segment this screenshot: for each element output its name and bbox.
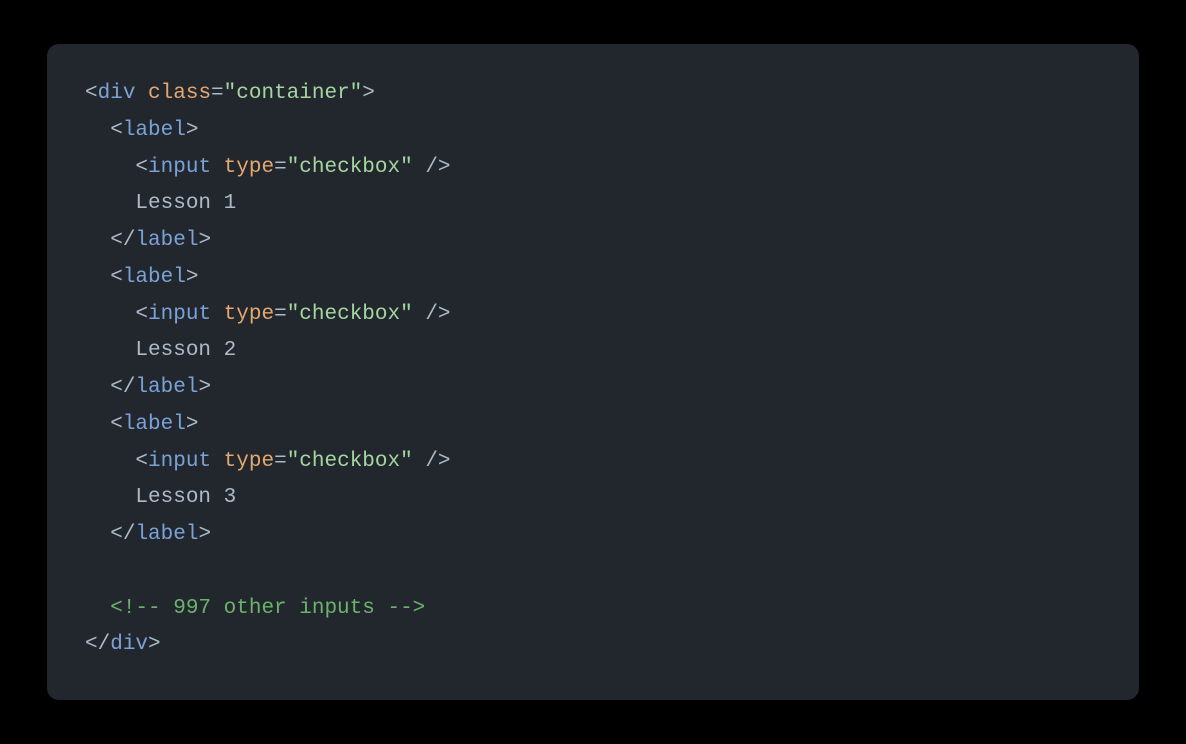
bracket: </ <box>110 523 135 546</box>
indent <box>85 486 135 509</box>
indent <box>85 192 135 215</box>
bracket: > <box>186 119 199 142</box>
bracket: < <box>110 413 123 436</box>
bracket: < <box>110 266 123 289</box>
indent <box>85 523 110 546</box>
bracket: > <box>186 266 199 289</box>
bracket: < <box>135 450 148 473</box>
indent <box>85 266 110 289</box>
string-container: "container" <box>224 82 363 105</box>
equals: = <box>274 303 287 326</box>
equals: = <box>211 82 224 105</box>
bracket: < <box>135 156 148 179</box>
bracket: </ <box>85 633 110 656</box>
string-checkbox: "checkbox" <box>287 450 413 473</box>
tag-label: label <box>135 229 198 252</box>
tag-label: label <box>123 266 186 289</box>
code-block: <div class="container"> <label> <input t… <box>47 44 1139 700</box>
indent <box>85 303 135 326</box>
text-lesson3: Lesson 3 <box>135 486 236 509</box>
attr-type: type <box>224 303 274 326</box>
bracket: < <box>110 119 123 142</box>
bracket: </ <box>110 376 135 399</box>
comment: <!-- 997 other inputs --> <box>110 597 425 620</box>
bracket: /> <box>413 156 451 179</box>
text-lesson2: Lesson 2 <box>135 339 236 362</box>
tag-div: div <box>110 633 148 656</box>
bracket: > <box>198 376 211 399</box>
equals: = <box>274 156 287 179</box>
equals: = <box>274 450 287 473</box>
bracket: > <box>198 229 211 252</box>
indent <box>85 339 135 362</box>
string-checkbox: "checkbox" <box>287 156 413 179</box>
indent <box>85 597 110 620</box>
bracket: < <box>85 82 98 105</box>
indent <box>85 229 110 252</box>
tag-input: input <box>148 450 211 473</box>
indent <box>85 376 110 399</box>
bracket: > <box>186 413 199 436</box>
attr-class: class <box>148 82 211 105</box>
tag-div: div <box>98 82 136 105</box>
attr-type: type <box>224 156 274 179</box>
tag-label: label <box>123 413 186 436</box>
indent <box>85 413 110 436</box>
bracket: < <box>135 303 148 326</box>
tag-input: input <box>148 303 211 326</box>
string-checkbox: "checkbox" <box>287 303 413 326</box>
text-lesson1: Lesson 1 <box>135 192 236 215</box>
code-content: <div class="container"> <label> <input t… <box>85 76 1101 664</box>
tag-label: label <box>135 523 198 546</box>
bracket: /> <box>413 303 451 326</box>
indent <box>85 119 110 142</box>
bracket: > <box>198 523 211 546</box>
bracket: /> <box>413 450 451 473</box>
indent <box>85 450 135 473</box>
tag-label: label <box>123 119 186 142</box>
bracket: > <box>362 82 375 105</box>
attr-type: type <box>224 450 274 473</box>
tag-label: label <box>135 376 198 399</box>
tag-input: input <box>148 156 211 179</box>
bracket: </ <box>110 229 135 252</box>
bracket: > <box>148 633 161 656</box>
indent <box>85 156 135 179</box>
